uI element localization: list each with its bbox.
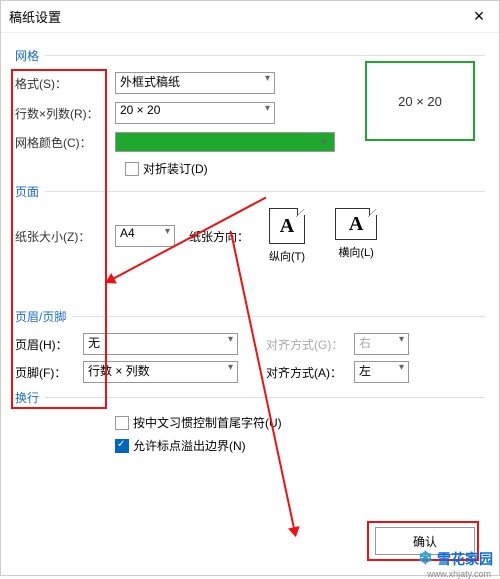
chevron-down-icon: ▾ (228, 362, 233, 373)
paper-size-select[interactable]: A4 ▾ (115, 225, 175, 247)
dialog: 稿纸设置 × 网格 格式(S)： 外框式稿纸 ▾ 行数×列数(R)： 20 × … (0, 0, 500, 576)
divider (72, 316, 485, 317)
section-header-footer: 页眉/页脚 (15, 308, 485, 325)
format-select[interactable]: 外框式稿纸 ▾ (115, 72, 275, 94)
align-g-select: 右 ▾ (354, 333, 409, 355)
footer-value: 行数 × 列数 (88, 364, 150, 378)
paper-orient-label: 纸张方向： (189, 228, 249, 245)
paper-size-value: A4 (120, 226, 135, 240)
format-label: 格式(S)： (15, 75, 115, 92)
chevron-down-icon: ▾ (399, 334, 404, 345)
grid-color-select[interactable] (115, 132, 335, 152)
align-g-value: 右 (359, 336, 371, 350)
align-a-value: 左 (359, 364, 371, 378)
cjk-wrap-checkbox[interactable] (115, 416, 129, 430)
titlebar: 稿纸设置 × (1, 1, 499, 33)
rows-cols-label: 行数×列数(R)： (15, 105, 115, 122)
footer-label: 页脚(F)： (15, 364, 75, 381)
rows-cols-value: 20 × 20 (120, 103, 160, 117)
grid-preview-text: 20 × 20 (398, 94, 442, 109)
punct-overflow-label: 允许标点溢出边界(N) (133, 437, 246, 454)
chevron-down-icon: ▾ (165, 226, 170, 237)
orientation-portrait[interactable]: A 纵向(T) (269, 208, 305, 264)
rows-cols-select[interactable]: 20 × 20 ▾ (115, 102, 275, 124)
align-a-label: 对齐方式(A)： (266, 364, 346, 381)
header-value: 无 (88, 336, 100, 350)
orientation-landscape[interactable]: A 横向(L) (335, 208, 377, 264)
landscape-label: 横向(L) (338, 244, 373, 260)
fold-binding-checkbox[interactable] (125, 162, 139, 176)
chevron-down-icon: ▾ (265, 103, 270, 114)
section-page-label: 页面 (15, 183, 39, 200)
grid-preview: 20 × 20 (365, 61, 475, 141)
chevron-down-icon: ▾ (265, 73, 270, 84)
align-a-select[interactable]: 左 ▾ (354, 361, 409, 383)
landscape-icon: A (335, 208, 377, 240)
chevron-down-icon: ▾ (321, 137, 326, 148)
section-page: 页面 (15, 183, 485, 200)
content: 网格 格式(S)： 外框式稿纸 ▾ 行数×列数(R)： 20 × 20 ▾ 网格… (1, 33, 499, 468)
fold-binding-label: 对折装订(D) (143, 160, 208, 177)
footer-buttons: 确认 (375, 527, 475, 555)
header-label: 页眉(H)： (15, 336, 75, 353)
portrait-label: 纵向(T) (269, 248, 305, 264)
align-g-label: 对齐方式(G)： (266, 336, 346, 353)
section-header-footer-label: 页眉/页脚 (15, 308, 66, 325)
divider (45, 397, 485, 398)
footer-select[interactable]: 行数 × 列数 ▾ (83, 361, 238, 383)
cjk-wrap-label: 按中文习惯控制首尾字符(U) (133, 414, 282, 431)
format-value: 外框式稿纸 (120, 75, 180, 89)
grid-color-label: 网格颜色(C)： (15, 134, 115, 151)
section-wrap: 换行 (15, 389, 485, 406)
watermark-url: www.xhjaty.com (427, 569, 491, 579)
paper-size-label: 纸张大小(Z)： (15, 228, 115, 245)
portrait-icon: A (269, 208, 305, 244)
dialog-title: 稿纸设置 (9, 7, 61, 26)
section-grid-label: 网格 (15, 47, 39, 64)
divider (45, 55, 485, 56)
header-select[interactable]: 无 ▾ (83, 333, 238, 355)
chevron-down-icon: ▾ (399, 362, 404, 373)
punct-overflow-checkbox[interactable] (115, 439, 129, 453)
divider (45, 191, 485, 192)
close-icon[interactable]: × (467, 6, 491, 27)
confirm-button[interactable]: 确认 (375, 527, 475, 555)
chevron-down-icon: ▾ (228, 334, 233, 345)
section-wrap-label: 换行 (15, 389, 39, 406)
